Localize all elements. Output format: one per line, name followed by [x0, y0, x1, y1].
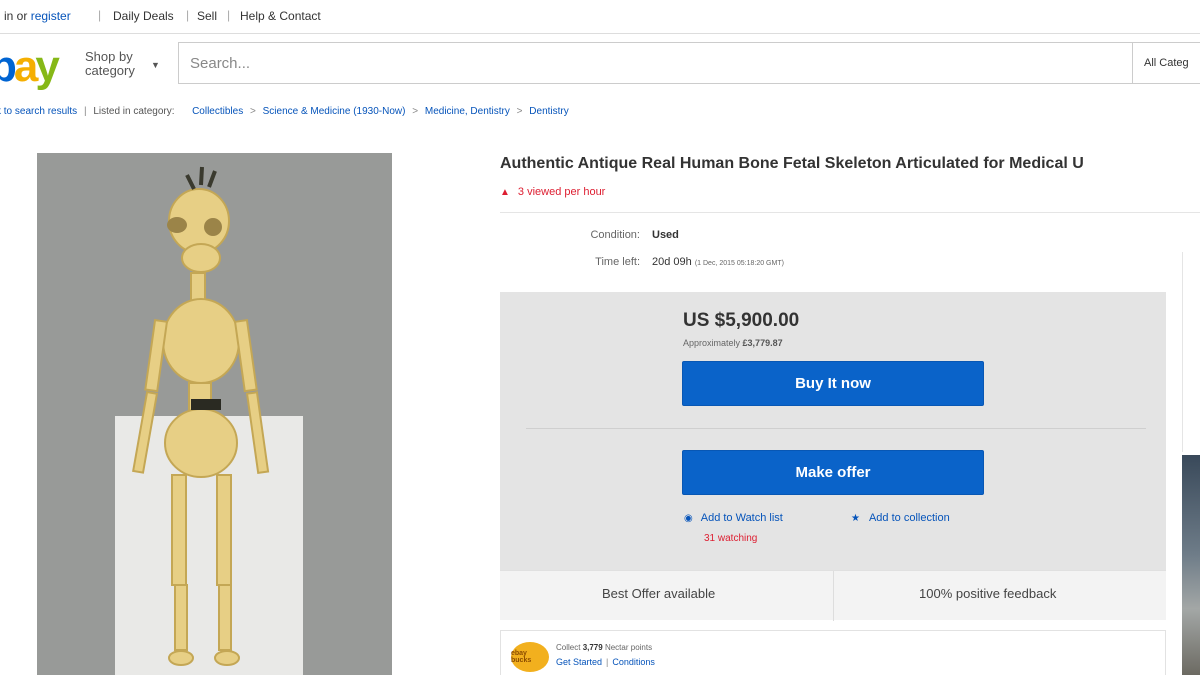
breadcrumb-item[interactable]: Science & Medicine (1930-Now): [263, 106, 406, 117]
watch-label: Add to Watch list: [700, 512, 783, 524]
approx-label: Approximately: [683, 338, 741, 348]
conditions-link[interactable]: Conditions: [612, 657, 655, 667]
rewards-box: [500, 630, 1166, 675]
top-utility-bar: n in or register | Daily Deals | Sell | …: [0, 0, 1200, 34]
collect-points: Collect 3,779 Nectar points: [556, 643, 652, 652]
price: US $5,900.00: [683, 310, 800, 331]
collect-suffix: Nectar points: [604, 643, 653, 652]
add-to-watch-list-link[interactable]: ◉ Add to Watch list: [684, 512, 783, 524]
time-left-text: 20d 09h: [652, 256, 692, 268]
collect-points-value: 3,779: [582, 643, 603, 652]
time-left-detail: (1 Dec, 2015 05:18:20 GMT): [694, 260, 784, 267]
breadcrumb-item[interactable]: Medicine, Dentistry: [425, 106, 510, 117]
rewards-links: Get Started | Conditions: [556, 657, 655, 667]
divider: |: [98, 8, 102, 22]
shop-by-line2: category: [85, 63, 135, 78]
breadcrumb-separator: >: [412, 106, 419, 117]
register-link[interactable]: register: [31, 9, 71, 23]
approx-value: £3,779.87: [742, 338, 783, 348]
search-input[interactable]: [179, 43, 1133, 83]
divider: |: [186, 8, 190, 22]
seller-highlights: [500, 570, 1166, 621]
daily-deals-link[interactable]: Daily Deals: [113, 9, 174, 23]
logo-letter: b: [0, 42, 17, 91]
rewards-badge: ebay bucks: [511, 642, 549, 672]
add-to-collection-link[interactable]: ★ Add to collection: [851, 512, 950, 524]
ebay-logo[interactable]: bay: [0, 42, 60, 92]
buy-box: [500, 292, 1166, 570]
listing-title: Authentic Antique Real Human Bone Fetal …: [500, 155, 1084, 172]
divider: |: [83, 106, 87, 117]
positive-feedback-text: 100% positive feedback: [919, 586, 1057, 601]
seller-info-panel: [1182, 252, 1200, 452]
condition-label: Condition:: [590, 229, 640, 241]
viewed-text: 3 viewed per hour: [517, 186, 606, 198]
signin-prompt: n in or register: [0, 9, 71, 23]
breadcrumb-separator: >: [516, 106, 523, 117]
shop-by-category-button[interactable]: Shop by category ▼: [85, 49, 160, 78]
star-icon: ★: [851, 513, 860, 524]
sell-link[interactable]: Sell: [197, 9, 217, 23]
condition-value: Used: [652, 229, 679, 241]
logo-letter: a: [13, 42, 39, 91]
side-thumbnail[interactable]: [1182, 455, 1200, 675]
divider: [500, 212, 1200, 213]
collect-label: Collect: [556, 643, 581, 652]
viewed-per-hour: ▲ 3 viewed per hour: [500, 186, 605, 198]
category-select[interactable]: All Categ: [1132, 42, 1200, 84]
time-left-value: 20d 09h (1 Dec, 2015 05:18:20 GMT): [652, 256, 784, 268]
product-image[interactable]: [37, 153, 392, 675]
signin-text: n in or: [0, 9, 28, 23]
time-left-label: Time left:: [595, 256, 640, 268]
watching-count: 31 watching: [704, 533, 758, 544]
eye-icon: ◉: [684, 513, 693, 524]
approx-price: Approximately £3,779.87: [683, 338, 783, 348]
breadcrumb-item[interactable]: Collectibles: [192, 106, 243, 117]
logo-letter: y: [35, 42, 60, 91]
get-started-link[interactable]: Get Started: [556, 657, 602, 667]
chevron-down-icon: ▼: [151, 60, 160, 70]
back-to-results-link[interactable]: k to search results: [0, 106, 77, 117]
divider: [526, 428, 1146, 429]
breadcrumb: k to search results | Listed in category…: [0, 106, 569, 117]
best-offer-text: Best Offer available: [602, 586, 716, 601]
make-offer-button[interactable]: Make offer: [682, 450, 984, 495]
site-header: bay Shop by category ▼ All Categ: [0, 36, 1200, 92]
flame-icon: ▲: [500, 187, 510, 198]
divider: |: [606, 657, 609, 667]
listed-in-label: Listed in category:: [93, 106, 175, 117]
shop-by-line1: Shop by: [85, 49, 133, 64]
buy-it-now-button[interactable]: Buy It now: [682, 361, 984, 406]
search-bar: [178, 42, 1133, 84]
breadcrumb-item[interactable]: Dentistry: [529, 106, 568, 117]
skeleton-illustration: [132, 166, 270, 666]
breadcrumb-separator: >: [249, 106, 256, 117]
divider: |: [227, 8, 231, 22]
help-contact-link[interactable]: Help & Contact: [240, 9, 321, 23]
divider: [833, 571, 834, 621]
collection-label: Add to collection: [868, 512, 950, 524]
